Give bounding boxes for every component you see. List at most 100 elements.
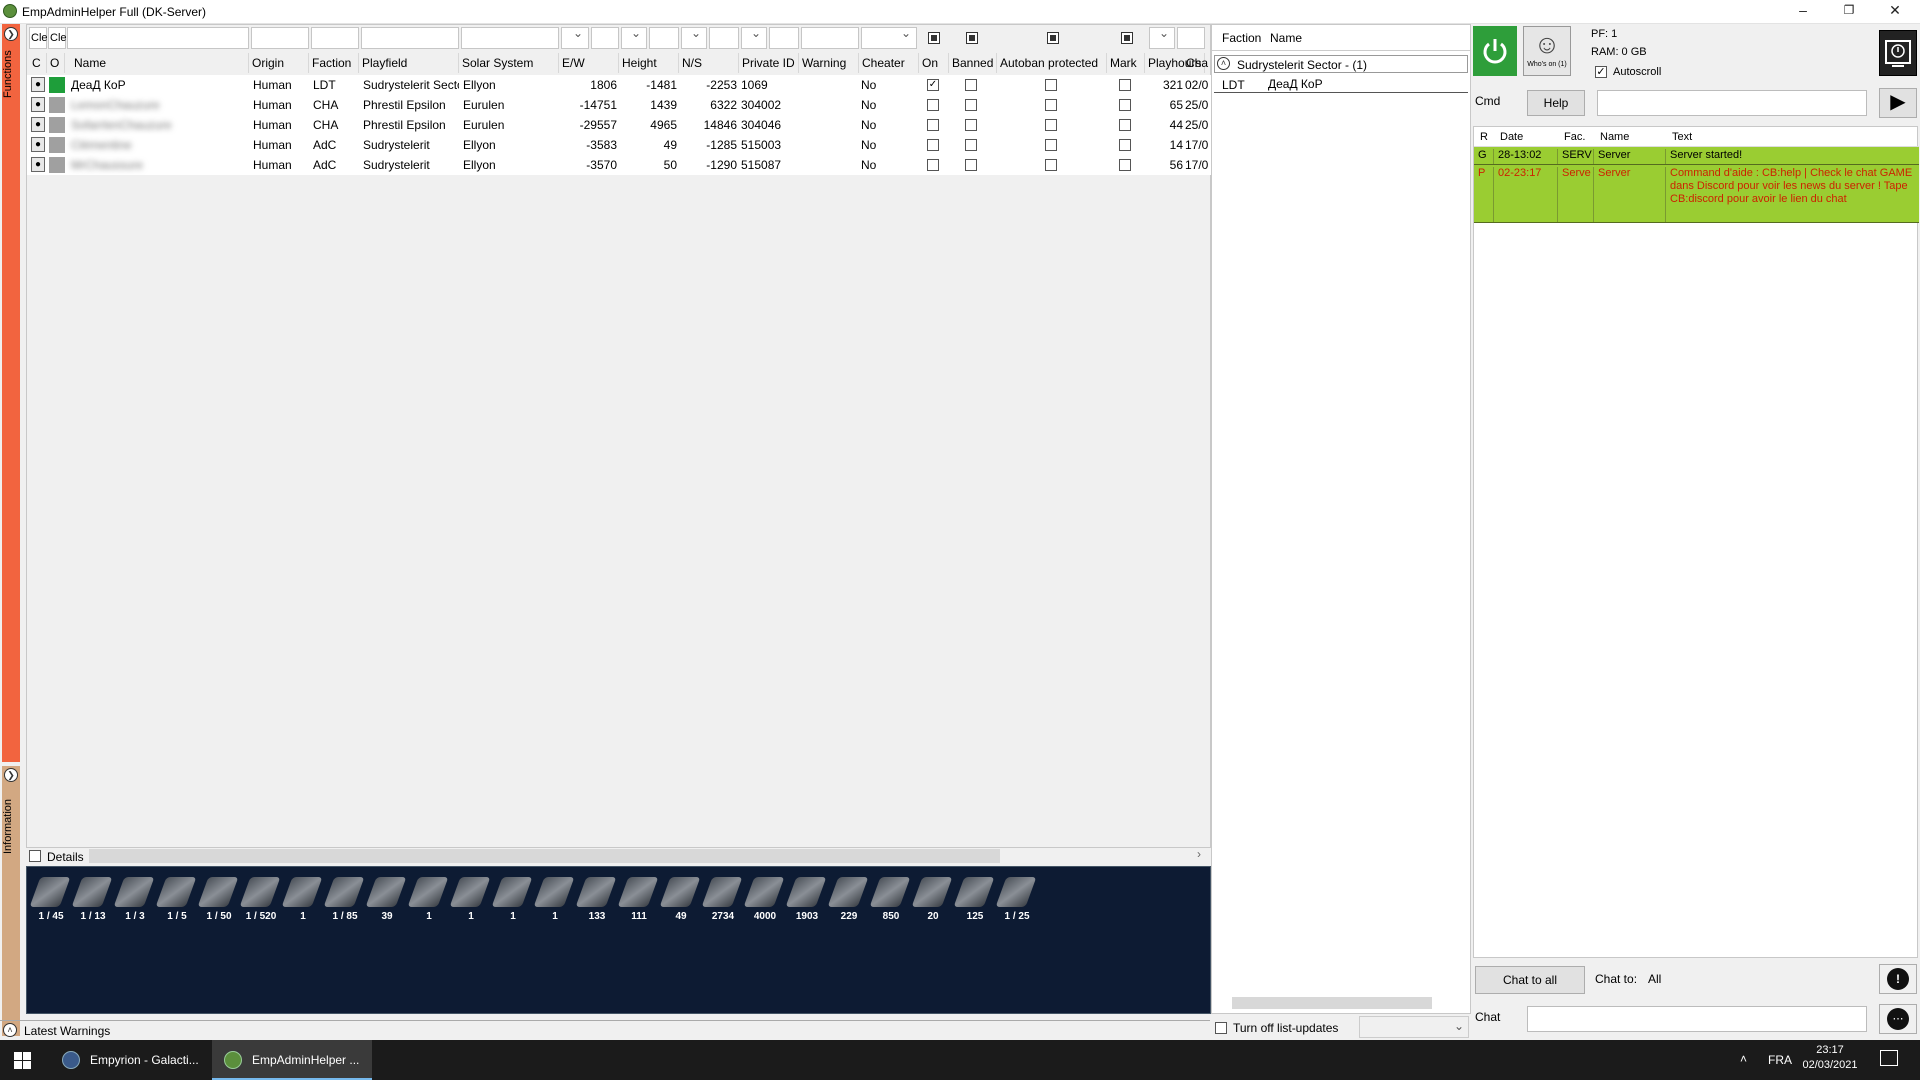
col-header-faction[interactable]: Faction: [309, 53, 359, 73]
send-chat-button[interactable]: ⋯: [1879, 1004, 1917, 1034]
inventory-slot[interactable]: 1: [407, 875, 449, 925]
inventory-slot[interactable]: 20: [911, 875, 953, 925]
on-checkbox[interactable]: [927, 99, 939, 111]
chevron-right-icon[interactable]: ❯: [4, 768, 18, 782]
close-button[interactable]: ✕: [1872, 0, 1918, 22]
ns-filter-input[interactable]: [649, 27, 679, 49]
col-header-faction[interactable]: Faction: [1222, 31, 1261, 45]
lock-icon[interactable]: ●: [31, 77, 45, 92]
col-header-ew[interactable]: E/W: [559, 53, 619, 73]
inventory-slot[interactable]: 133: [575, 875, 617, 925]
col-header-cha[interactable]: Cha: [1183, 53, 1211, 73]
playhours-filter-combo[interactable]: [1149, 26, 1175, 49]
information-panel-toggle[interactable]: ❯ Information: [2, 766, 20, 1036]
inventory-slot[interactable]: 1 / 520: [239, 875, 281, 925]
log-col-r[interactable]: R: [1474, 131, 1492, 143]
minimize-button[interactable]: –: [1780, 0, 1826, 22]
tray-chevron-up-icon[interactable]: ˄: [1740, 1052, 1747, 1066]
cheater-filter-combo[interactable]: [861, 26, 917, 49]
inventory-slot[interactable]: 111: [617, 875, 659, 925]
inventory-slot[interactable]: 1: [281, 875, 323, 925]
table-row[interactable]: ● Clémentine Human AdC Sudrystelerit Ellyon -3…: [27, 135, 1212, 155]
col-header-solar-system[interactable]: Solar System: [459, 53, 559, 73]
notifications-icon[interactable]: [1880, 1050, 1898, 1066]
autoban-checkbox[interactable]: [1045, 139, 1057, 151]
lock-icon[interactable]: ●: [31, 157, 45, 172]
height-filter-combo[interactable]: [621, 26, 647, 49]
banned-checkbox[interactable]: [965, 119, 977, 131]
on-checkbox[interactable]: [927, 159, 939, 171]
autoban-checkbox[interactable]: [1045, 119, 1057, 131]
details-checkbox[interactable]: [29, 850, 41, 862]
banned-filter-checkbox[interactable]: [966, 32, 978, 44]
functions-panel-toggle[interactable]: ❯ Functions: [2, 24, 20, 762]
mark-checkbox[interactable]: [1119, 139, 1131, 151]
col-header-warning[interactable]: Warning: [799, 53, 859, 73]
playfield-filter-input[interactable]: [361, 27, 459, 49]
log-col-fac[interactable]: Fac.: [1558, 131, 1598, 143]
pid2-filter-input[interactable]: [769, 27, 799, 49]
horizontal-scrollbar[interactable]: [1232, 997, 1432, 1009]
ew-filter-combo[interactable]: [561, 26, 589, 49]
col-header-name[interactable]: Name: [1270, 31, 1302, 45]
inventory-slot[interactable]: 125: [953, 875, 995, 925]
inventory-slot[interactable]: 850: [869, 875, 911, 925]
lock-icon[interactable]: ●: [31, 117, 45, 132]
lock-icon[interactable]: ●: [31, 97, 45, 112]
pid-filter-combo[interactable]: [741, 26, 767, 49]
height-filter-input[interactable]: [591, 27, 619, 49]
latest-warnings-bar[interactable]: ˄ Latest Warnings: [0, 1020, 1210, 1040]
log-col-date[interactable]: Date: [1494, 131, 1558, 143]
log-row[interactable]: P 02-23:17 Serve Server Command d'aide : CB:…: [1474, 165, 1919, 223]
col-header-c[interactable]: C: [29, 53, 47, 73]
origin-filter-input[interactable]: [251, 27, 309, 49]
inventory-slot[interactable]: 1903: [785, 875, 827, 925]
name-filter-input[interactable]: [67, 27, 249, 49]
taskbar-app-empyrion[interactable]: Empyrion - Galacti...: [50, 1040, 210, 1080]
faction-filter-input[interactable]: [311, 27, 359, 49]
chevron-up-icon[interactable]: ˄: [3, 1023, 17, 1037]
restore-button[interactable]: ❐: [1826, 0, 1872, 22]
inventory-slot[interactable]: 1 / 50: [197, 875, 239, 925]
inventory-slot[interactable]: 1: [533, 875, 575, 925]
chat-to-value[interactable]: All: [1648, 972, 1661, 986]
whos-on-button[interactable]: ☺ Who's on (1): [1523, 26, 1571, 76]
mark-checkbox[interactable]: [1119, 119, 1131, 131]
banned-checkbox[interactable]: [965, 79, 977, 91]
table-row[interactable]: ● LemonChauzure Human CHA Phrestil Epsilon Eu…: [27, 95, 1212, 115]
col-header-o[interactable]: O: [47, 53, 65, 73]
system-filter-input[interactable]: [461, 27, 559, 49]
inventory-slot[interactable]: 49: [659, 875, 701, 925]
lock-icon[interactable]: ●: [31, 137, 45, 152]
col-header-cheater[interactable]: Cheater: [859, 53, 919, 73]
mark-checkbox[interactable]: [1119, 79, 1131, 91]
table-row[interactable]: ● ДеаД КоР Human LDT Sudrystelerit Secto Elly…: [27, 75, 1212, 95]
table-row[interactable]: ● SofarrlenChauzure Human CHA Phrestil Epsil…: [27, 115, 1212, 135]
inventory-slot[interactable]: 1 / 5: [155, 875, 197, 925]
inventory-slot[interactable]: 1 / 85: [323, 875, 365, 925]
pid-filter-input[interactable]: [709, 27, 739, 49]
mark-filter-checkbox[interactable]: [1121, 32, 1133, 44]
autoscroll-checkbox[interactable]: ✓: [1595, 66, 1607, 78]
clear-filter-button[interactable]: Cle: [48, 27, 67, 49]
inventory-slot[interactable]: 1: [449, 875, 491, 925]
clock[interactable]: 23:17 02/03/2021: [1800, 1044, 1860, 1071]
help-button[interactable]: Help: [1527, 90, 1585, 116]
chat-to-all-button[interactable]: Chat to all: [1475, 966, 1585, 994]
autoban-checkbox[interactable]: [1045, 99, 1057, 111]
taskbar-app-empadminhelper[interactable]: EmpAdminHelper ...: [212, 1040, 372, 1080]
inventory-slot[interactable]: 4000: [743, 875, 785, 925]
playhours-filter-input[interactable]: [1177, 27, 1205, 49]
inventory-slot[interactable]: 1 / 45: [29, 875, 71, 925]
col-header-on[interactable]: On: [919, 53, 949, 73]
warning-filter-input[interactable]: [801, 27, 859, 49]
cmd-input[interactable]: [1597, 90, 1867, 116]
autoban-checkbox[interactable]: [1045, 79, 1057, 91]
clear-filter-button[interactable]: Cle: [29, 27, 48, 49]
col-header-banned[interactable]: Banned: [949, 53, 997, 73]
col-header-name[interactable]: Name: [71, 53, 249, 73]
horizontal-scrollbar[interactable]: [89, 849, 1000, 863]
inventory-slot[interactable]: 1 / 25: [995, 875, 1037, 925]
turn-off-updates-checkbox[interactable]: [1215, 1022, 1227, 1034]
mark-checkbox[interactable]: [1119, 159, 1131, 171]
